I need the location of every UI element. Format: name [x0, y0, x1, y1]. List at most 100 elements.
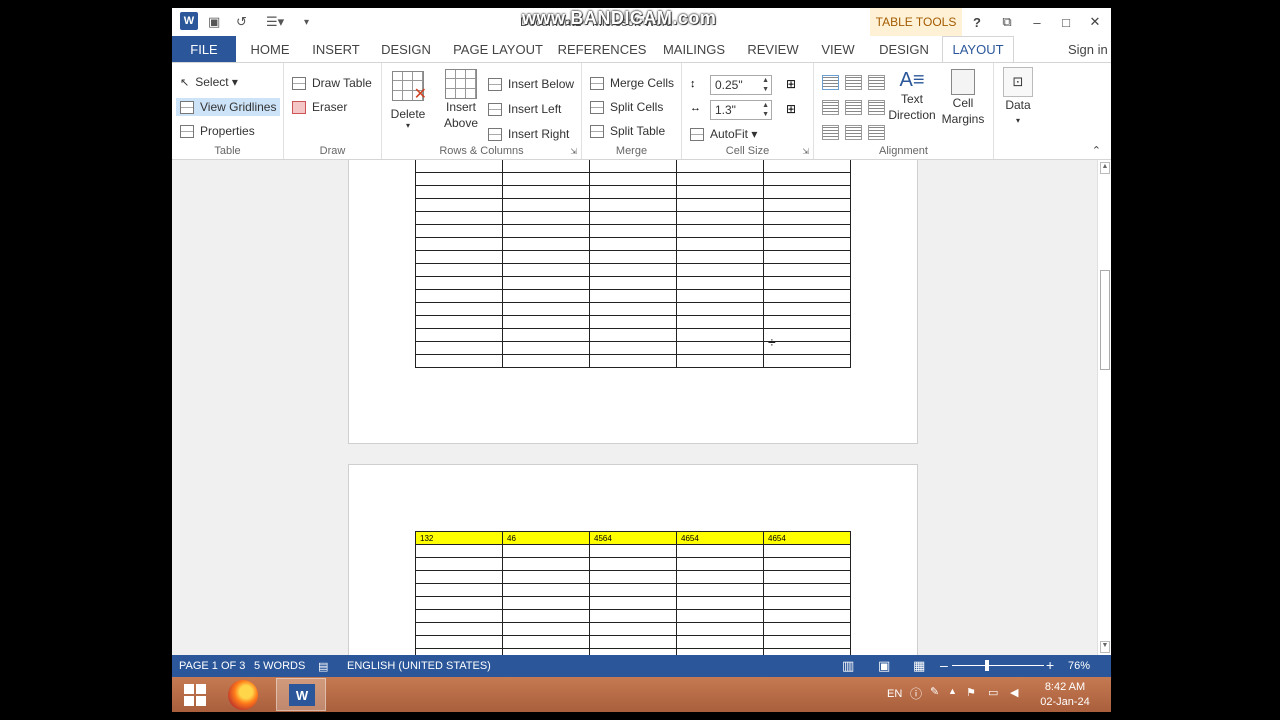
table-cell[interactable] [676, 635, 764, 649]
table-cell[interactable] [676, 315, 764, 329]
table-cell[interactable] [502, 328, 590, 342]
row-height-spinner-icon[interactable]: ▲ ▼ [762, 76, 769, 94]
table-cell[interactable] [415, 354, 503, 368]
align-top-left-icon[interactable] [822, 75, 839, 90]
volume-icon[interactable]: ◀ [1010, 686, 1018, 699]
table-cell[interactable] [415, 635, 503, 649]
table-cell[interactable]: 4654 [763, 531, 851, 545]
document-area[interactable]: 132 46 4564 4654 4654 ÷ [172, 160, 1097, 655]
zoom-out-button[interactable]: – [940, 657, 948, 673]
tab-design[interactable]: DESIGN [374, 36, 438, 62]
table-cell[interactable]: 4654 [676, 531, 764, 545]
table-cell[interactable] [589, 263, 677, 277]
table-cell[interactable] [502, 544, 590, 558]
tab-table-design[interactable]: DESIGN [872, 36, 936, 62]
undo-icon[interactable]: ↺ [236, 13, 247, 31]
ribbon-display-options-icon[interactable]: ⧉ [997, 12, 1017, 32]
select-button[interactable]: ↖ Select ▾ [180, 75, 238, 89]
properties-button[interactable]: Properties [180, 124, 255, 138]
zoom-level[interactable]: 76% [1068, 660, 1090, 672]
table-cell[interactable] [763, 596, 851, 610]
table-cell[interactable] [415, 544, 503, 558]
read-mode-icon[interactable]: ▥ [842, 658, 854, 674]
customize-qat-icon[interactable]: ▾ [304, 13, 309, 31]
table-cell[interactable] [763, 354, 851, 368]
table-cell[interactable] [502, 289, 590, 303]
distribute-rows-icon[interactable]: ⊞ [786, 77, 796, 91]
bullets-icon[interactable]: ☰▾ [266, 13, 284, 31]
table-cell[interactable] [676, 263, 764, 277]
table-cell[interactable] [763, 172, 851, 186]
table-cell[interactable] [763, 263, 851, 277]
sign-in-link[interactable]: Sign in [1068, 36, 1111, 62]
word-taskbar-button[interactable]: W [276, 678, 326, 711]
tab-home[interactable]: HOME [242, 36, 298, 62]
table-cell[interactable] [763, 622, 851, 636]
table-cell[interactable] [589, 237, 677, 251]
table-cell[interactable] [589, 583, 677, 597]
table-cell[interactable] [763, 198, 851, 212]
input-language[interactable]: EN [887, 688, 902, 700]
action-center-flag-icon[interactable]: ⚑ [966, 686, 976, 699]
table-cell[interactable] [589, 341, 677, 355]
table-cell[interactable] [763, 315, 851, 329]
table-cell[interactable] [502, 172, 590, 186]
zoom-in-button[interactable]: + [1046, 657, 1054, 673]
split-cells-button[interactable]: Split Cells [590, 100, 663, 114]
table-cell[interactable] [415, 289, 503, 303]
insert-above-button[interactable]: Insert Above [440, 69, 482, 131]
start-windows-icon[interactable] [184, 684, 206, 706]
table-cell[interactable] [502, 596, 590, 610]
table-cell[interactable] [502, 198, 590, 212]
table-cell[interactable] [502, 609, 590, 623]
table-cell[interactable] [763, 635, 851, 649]
table-cell[interactable] [676, 570, 764, 584]
table-cell[interactable] [589, 289, 677, 303]
cell-margins-button[interactable]: Cell Margins [940, 69, 986, 127]
draw-table-button[interactable]: Draw Table [292, 76, 372, 90]
table-cell[interactable] [676, 224, 764, 238]
tab-table-layout[interactable]: LAYOUT [942, 36, 1014, 62]
table-cell[interactable] [763, 224, 851, 238]
table-cell[interactable] [676, 341, 764, 355]
table-cell[interactable] [589, 609, 677, 623]
align-center-left-icon[interactable] [822, 100, 839, 115]
table-cell[interactable] [676, 289, 764, 303]
table-cell[interactable] [676, 160, 764, 173]
table-cell[interactable] [676, 583, 764, 597]
merge-cells-button[interactable]: Merge Cells [590, 76, 674, 90]
align-bottom-right-icon[interactable] [868, 125, 885, 140]
help-button[interactable]: ? [967, 12, 987, 32]
table-cell[interactable] [502, 224, 590, 238]
minimize-button[interactable]: – [1027, 12, 1047, 32]
table-cell[interactable] [415, 609, 503, 623]
table-cell[interactable] [589, 622, 677, 636]
table-cell[interactable] [415, 276, 503, 290]
data-button[interactable]: ⊡ Data ▾ [1000, 67, 1036, 129]
table-cell[interactable] [502, 185, 590, 199]
distribute-columns-icon[interactable]: ⊞ [786, 102, 796, 116]
table-cell[interactable] [676, 172, 764, 186]
table-cell[interactable] [589, 315, 677, 329]
align-bottom-left-icon[interactable] [822, 125, 839, 140]
collapse-ribbon-icon[interactable]: ⌃ [1092, 144, 1101, 157]
table-cell[interactable] [763, 276, 851, 290]
align-center-right-icon[interactable] [868, 100, 885, 115]
tab-mailings[interactable]: MAILINGS [656, 36, 732, 62]
language-indicator[interactable]: ENGLISH (UNITED STATES) [347, 660, 491, 672]
zoom-slider[interactable] [952, 665, 1044, 666]
table-cell[interactable] [589, 544, 677, 558]
table-cell[interactable] [589, 302, 677, 316]
word-count[interactable]: 5 WORDS [254, 660, 305, 672]
scroll-thumb[interactable] [1100, 270, 1110, 370]
table-cell[interactable] [676, 557, 764, 571]
page-count[interactable]: PAGE 1 OF 3 [179, 660, 245, 672]
table-cell[interactable] [589, 596, 677, 610]
align-bottom-center-icon[interactable] [845, 125, 862, 140]
table-cell[interactable] [676, 185, 764, 199]
table-cell[interactable] [763, 570, 851, 584]
text-direction-button[interactable]: A≡ Text Direction [888, 69, 936, 123]
scroll-down-icon[interactable]: ▼ [1100, 641, 1110, 653]
table-cell[interactable] [502, 583, 590, 597]
table-cell[interactable] [415, 263, 503, 277]
